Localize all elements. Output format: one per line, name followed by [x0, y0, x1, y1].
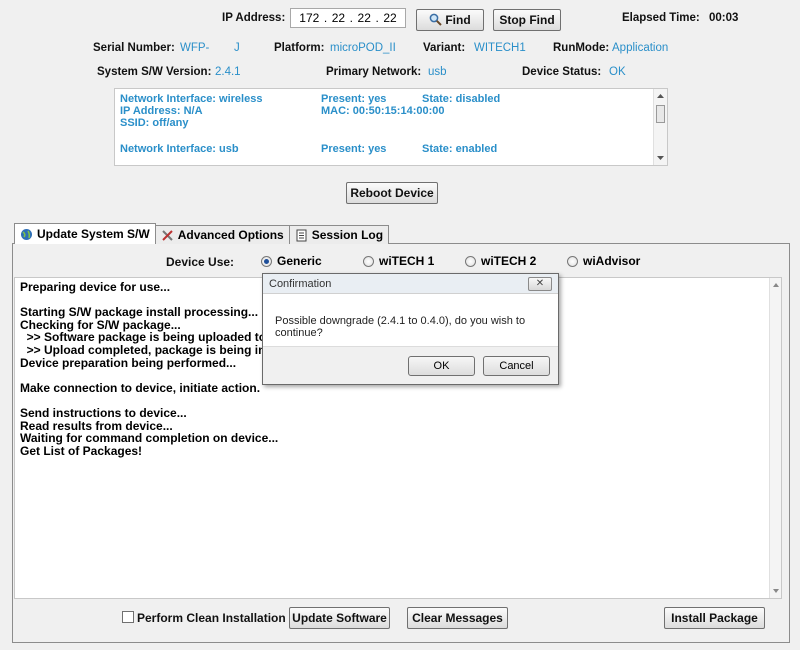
dialog-close-button[interactable]: ✕ [528, 277, 552, 291]
iface-wireless-ip: IP Address: N/A [120, 105, 203, 117]
runmode-value: Application [612, 42, 669, 54]
ip-address-input[interactable]: 172. 22. 22. 22 [290, 8, 406, 28]
serial-number-suffix: J [234, 42, 240, 54]
tab-update-system-sw[interactable]: Update System S/W [14, 223, 156, 244]
find-label: Find [445, 13, 471, 27]
stop-find-button[interactable]: Stop Find [493, 9, 561, 31]
search-icon [429, 13, 443, 26]
platform-value: microPOD_II [330, 42, 396, 54]
scroll-down-icon[interactable] [654, 152, 667, 164]
interfaces-scrollbar[interactable] [653, 89, 667, 165]
radio-wiadvisor-dot[interactable] [567, 255, 578, 267]
scroll-up-icon[interactable] [770, 280, 782, 290]
install-package-button[interactable]: Install Package [664, 607, 765, 629]
ip-octet-3: 22 [357, 11, 371, 25]
primary-network-label: Primary Network: [326, 66, 422, 78]
iface-wireless-state: State: disabled [422, 93, 501, 105]
log-line: Send instructions to device... [20, 405, 187, 420]
ip-octet-4: 22 [383, 11, 397, 25]
serial-number-label: Serial Number: [93, 42, 175, 54]
log-line: Get List of Packages! [20, 443, 143, 458]
iface-wireless-name: Network Interface: wireless [120, 93, 263, 105]
sw-version-value: 2.4.1 [215, 66, 241, 78]
tab-advanced-options[interactable]: Advanced Options [154, 225, 290, 244]
device-status-label: Device Status: [522, 66, 602, 78]
iface-usb-name: Network Interface: usb [120, 143, 239, 155]
runmode-label: RunMode: [553, 42, 610, 54]
dialog-title: Confirmation [263, 274, 558, 294]
radio-witech-2[interactable]: wiTECH 2 [465, 254, 536, 268]
device-status-value: OK [609, 66, 626, 78]
reboot-device-button[interactable]: Reboot Device [346, 182, 438, 204]
radio-wiadvisor[interactable]: wiAdvisor [567, 254, 640, 268]
clear-messages-button[interactable]: Clear Messages [407, 607, 508, 629]
ip-address-label: IP Address: [222, 12, 286, 24]
update-software-button[interactable]: Update Software [289, 607, 390, 629]
variant-value: WITECH1 [474, 42, 526, 54]
dialog-cancel-button[interactable]: Cancel [483, 356, 550, 376]
iface-usb-state: State: enabled [422, 143, 498, 155]
tab-update-label: Update System S/W [37, 227, 150, 241]
globe-icon [21, 228, 32, 240]
serial-number-value: WFP- [180, 42, 210, 54]
ip-octet-2: 22 [331, 11, 346, 25]
dialog-message: Possible downgrade (2.4.1 to 0.4.0), do … [275, 315, 526, 339]
log-line: Waiting for command completion on device… [20, 431, 279, 446]
ip-octet-1: 172 [299, 11, 320, 25]
device-use-label: Device Use: [166, 255, 235, 269]
radio-wiadvisor-label: wiAdvisor [583, 254, 641, 268]
elapsed-time-label: Elapsed Time: [622, 12, 700, 24]
tab-session-log-label: Session Log [311, 228, 384, 242]
find-button[interactable]: Find [416, 9, 484, 31]
radio-witech-2-dot[interactable] [465, 255, 476, 267]
tools-icon [161, 229, 173, 241]
platform-label: Platform: [274, 42, 325, 54]
radio-generic[interactable]: Generic [261, 254, 322, 268]
radio-witech-2-label: wiTECH 2 [481, 254, 537, 268]
confirmation-dialog: Confirmation ✕ Possible downgrade (2.4.1… [262, 273, 559, 385]
iface-wireless-ssid: SSID: off/any [120, 117, 189, 129]
dialog-ok-button[interactable]: OK [408, 356, 475, 376]
interfaces-scroll-thumb[interactable] [656, 105, 665, 123]
clean-install-label: Perform Clean Installation [137, 611, 286, 625]
scroll-down-icon[interactable] [770, 586, 782, 596]
tab-advanced-label: Advanced Options [177, 228, 284, 242]
network-interfaces-box[interactable]: Network Interface: wireless Present: yes… [114, 88, 668, 166]
radio-generic-label: Generic [277, 254, 322, 268]
iface-wireless-mac: MAC: 00:50:15:14:00:00 [321, 105, 445, 117]
scroll-up-icon[interactable] [654, 90, 667, 102]
clean-install-checkbox[interactable] [122, 611, 134, 623]
primary-network-value: usb [428, 66, 447, 78]
iface-wireless-present: Present: yes [321, 93, 387, 105]
radio-witech-1[interactable]: wiTECH 1 [363, 254, 434, 268]
radio-witech-1-label: wiTECH 1 [379, 254, 435, 268]
log-icon [296, 229, 307, 241]
iface-usb-present: Present: yes [321, 143, 387, 155]
log-scrollbar[interactable] [769, 278, 781, 598]
tab-strip: Update System S/W Advanced Options Sessi… [14, 223, 390, 244]
sw-version-label: System S/W Version: [97, 66, 212, 78]
elapsed-time-value: 00:03 [709, 12, 739, 24]
radio-witech-1-dot[interactable] [363, 255, 374, 267]
radio-generic-dot[interactable] [261, 255, 272, 267]
tab-session-log[interactable]: Session Log [288, 225, 390, 244]
dialog-footer: OK Cancel [263, 346, 558, 384]
variant-label: Variant: [423, 42, 466, 54]
